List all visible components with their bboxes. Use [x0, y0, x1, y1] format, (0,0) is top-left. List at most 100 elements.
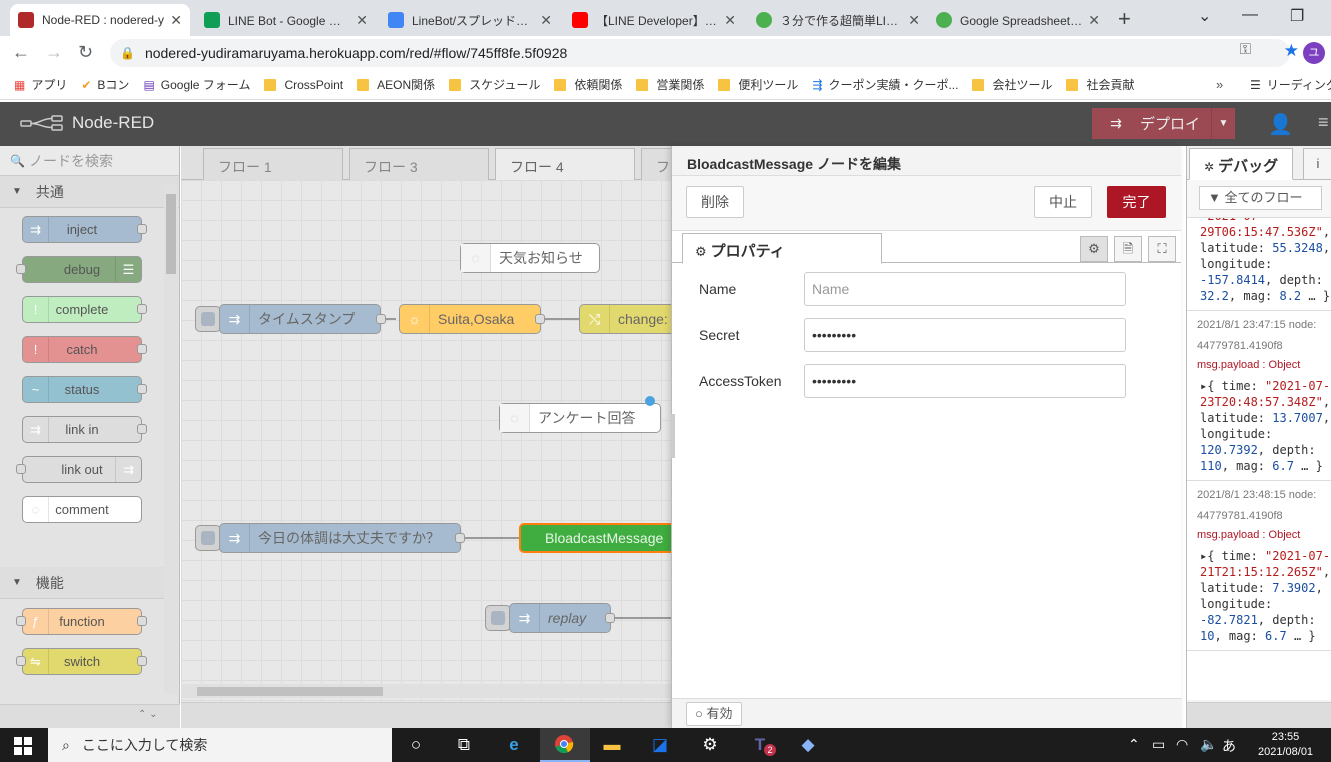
bookmark-social[interactable]: 社会貢献	[1066, 76, 1134, 93]
output-port[interactable]	[535, 314, 545, 324]
deploy-button[interactable]: ⇉ デプロイ ▼	[1092, 108, 1235, 139]
palette-category-function[interactable]: ▼ 機能	[0, 567, 164, 599]
tab-search-icon[interactable]: ⌄	[1198, 6, 1211, 26]
expand-caret-icon[interactable]: ▸	[1200, 379, 1207, 393]
browser-tab-google-spreadsheet[interactable]: Google Spreadsheet を ✕	[928, 4, 1108, 36]
tab-flow-3[interactable]: フロー 3	[349, 148, 489, 180]
minimize-icon[interactable]: —	[1242, 6, 1258, 24]
output-port[interactable]	[376, 314, 386, 324]
close-tab-icon[interactable]: ✕	[1088, 12, 1100, 29]
battery-icon[interactable]: ▭	[1152, 736, 1165, 753]
back-icon[interactable]: ←	[12, 42, 30, 63]
bookmark-google-form[interactable]: ▤ Google フォーム	[143, 76, 250, 93]
close-tab-icon[interactable]: ✕	[170, 12, 182, 29]
url-field[interactable]: 🔒 nodered-yudiramaruyama.herokuapp.com/r…	[110, 39, 1290, 67]
tab-debug[interactable]: ✲ デバッグ	[1189, 148, 1293, 180]
flow-node-inject-timestamp[interactable]: ⇉ タイムスタンプ	[219, 304, 381, 334]
app-icon[interactable]: ◆	[796, 734, 820, 756]
palette-node-comment[interactable]: ◌ comment	[22, 496, 142, 523]
name-input[interactable]: Name	[804, 272, 1126, 306]
edge-icon[interactable]: e	[502, 734, 526, 756]
tab-properties[interactable]: ⚙ プロパティ	[682, 233, 882, 264]
bookmark-tools[interactable]: 便利ツール	[718, 76, 798, 93]
bookmark-company-tools[interactable]: 会社ツール	[972, 76, 1052, 93]
delete-button[interactable]: 削除	[686, 186, 744, 218]
flow-node-replay[interactable]: ⇉ replay	[509, 603, 611, 633]
wire[interactable]	[386, 318, 396, 320]
new-tab-button[interactable]: +	[1118, 6, 1131, 32]
browser-tab-node-red[interactable]: Node-RED : nodered-y ✕	[10, 4, 190, 36]
palette-node-switch[interactable]: ⇋ switch	[22, 648, 142, 675]
output-port[interactable]	[455, 533, 465, 543]
info-tab-icon[interactable]: i	[1303, 148, 1331, 180]
expand-caret-icon[interactable]: ▸	[1200, 549, 1207, 563]
close-tab-icon[interactable]: ✕	[724, 12, 736, 29]
debug-message[interactable]: 2021/8/1 23:48:15 node: 44779781.4190f8 m…	[1187, 481, 1331, 651]
windows-start-icon[interactable]	[14, 737, 32, 755]
task-view-icon[interactable]: ⧉	[452, 734, 476, 756]
palette-node-status[interactable]: ~ status	[22, 376, 142, 403]
bookmark-requests[interactable]: 依頼関係	[554, 76, 622, 93]
flow-canvas[interactable]: ◌ 天気お知らせ ⇉ タイムスタンプ ☼ Suita,Osaka ⤭ chang…	[181, 180, 681, 710]
password-key-icon[interactable]: ⚿	[1240, 41, 1251, 58]
restore-icon[interactable]: ❐	[1290, 6, 1304, 26]
bookmark-sales[interactable]: 営業関係	[636, 76, 704, 93]
chrome-icon[interactable]	[552, 734, 576, 756]
taskbar-search-input[interactable]: ⌕ ここに入力して検索	[48, 728, 392, 762]
secret-input[interactable]: •••••••••	[804, 318, 1126, 352]
access-token-input[interactable]: •••••••••	[804, 364, 1126, 398]
tab-flow-4[interactable]: フロー 4	[495, 148, 635, 180]
bookmark-aeon[interactable]: AEON関係	[357, 76, 435, 93]
palette-node-debug[interactable]: ☰ debug	[22, 256, 142, 283]
palette-node-inject[interactable]: ⇉ inject	[22, 216, 142, 243]
description-tab-icon[interactable]: 🗎	[1114, 236, 1142, 262]
debug-messages[interactable]: "2021-07-29T06:15:47.536Z",latitude: 55.…	[1187, 218, 1331, 700]
tab-flow-1[interactable]: フロー 1	[203, 148, 343, 180]
bookmark-star-icon[interactable]: ★	[1284, 41, 1299, 61]
bookmark-bkon[interactable]: ✔ Bコン	[81, 76, 129, 93]
wifi-icon[interactable]: ◠	[1176, 736, 1188, 753]
cancel-button[interactable]: 中止	[1034, 186, 1092, 218]
user-icon[interactable]: 👤	[1268, 112, 1293, 136]
browser-tab-line-developer[interactable]: 【LINE Developer】[Go ✕	[564, 4, 744, 36]
outlook-icon[interactable]: ◪	[648, 734, 672, 756]
flow-node-comment-weather[interactable]: ◌ 天気お知らせ	[460, 243, 600, 273]
debug-message[interactable]: 2021/8/1 23:47:15 node: 44779781.4190f8 m…	[1187, 311, 1331, 481]
wire[interactable]	[465, 537, 519, 539]
bookmark-schedule[interactable]: スケジュール	[449, 76, 540, 93]
settings-icon[interactable]: ⚙	[698, 734, 722, 756]
show-hidden-icons[interactable]: ⌃	[1128, 736, 1140, 753]
main-menu-icon[interactable]: ≡	[1318, 112, 1329, 133]
volume-icon[interactable]: 🔈	[1200, 736, 1217, 753]
palette-node-link-out[interactable]: ⇉ link out	[22, 456, 142, 483]
palette-node-link-in[interactable]: ⇉ link in	[22, 416, 142, 443]
filter-all-flows-button[interactable]: ▼ 全てのフロー	[1199, 186, 1322, 210]
bookmark-apps[interactable]: ▦ アプリ	[14, 76, 67, 93]
browser-tab-line-bot[interactable]: LINE Bot - Google スプ ✕	[196, 4, 376, 36]
ime-indicator[interactable]: あ	[1222, 736, 1236, 756]
palette-node-catch[interactable]: ! catch	[22, 336, 142, 363]
flow-node-change[interactable]: ⤭ change:	[579, 304, 681, 334]
reading-list[interactable]: ☰ リーディング	[1250, 76, 1331, 93]
flow-node-comment-survey[interactable]: ◌ アンケート回答	[499, 403, 661, 433]
bookmark-crosspoint[interactable]: CrossPoint	[264, 78, 343, 92]
flow-node-openweathermap[interactable]: ☼ Suita,Osaka	[399, 304, 541, 334]
palette-scrollbar[interactable]	[164, 184, 178, 694]
bookmark-coupon[interactable]: ⇶ クーポン実績・クーポ...	[812, 76, 958, 93]
cortana-icon[interactable]: ○	[404, 734, 428, 756]
settings-tab-icon[interactable]: ⚙	[1080, 236, 1108, 262]
close-tab-icon[interactable]: ✕	[356, 12, 368, 29]
done-button[interactable]: 完了	[1107, 186, 1166, 218]
enabled-toggle[interactable]: ○ 有効	[686, 702, 742, 726]
close-tab-icon[interactable]: ✕	[540, 12, 552, 29]
output-port[interactable]	[605, 613, 615, 623]
clock[interactable]: 23:55 2021/08/01	[1258, 730, 1313, 760]
palette-category-common[interactable]: ▼ 共通	[0, 176, 179, 208]
debug-message[interactable]: "2021-07-29T06:15:47.536Z",latitude: 55.…	[1187, 218, 1331, 311]
more-bookmarks-icon[interactable]: »	[1216, 77, 1223, 92]
forward-icon[interactable]: →	[45, 42, 63, 63]
palette-node-complete[interactable]: ! complete	[22, 296, 142, 323]
collapse-all-icon[interactable]: ⌃ ⌄	[138, 709, 158, 720]
flow-node-inject-health[interactable]: ⇉ 今日の体調は大丈夫ですか？	[219, 523, 461, 553]
flow-node-broadcast-message[interactable]: BloadcastMessage	[519, 523, 681, 553]
